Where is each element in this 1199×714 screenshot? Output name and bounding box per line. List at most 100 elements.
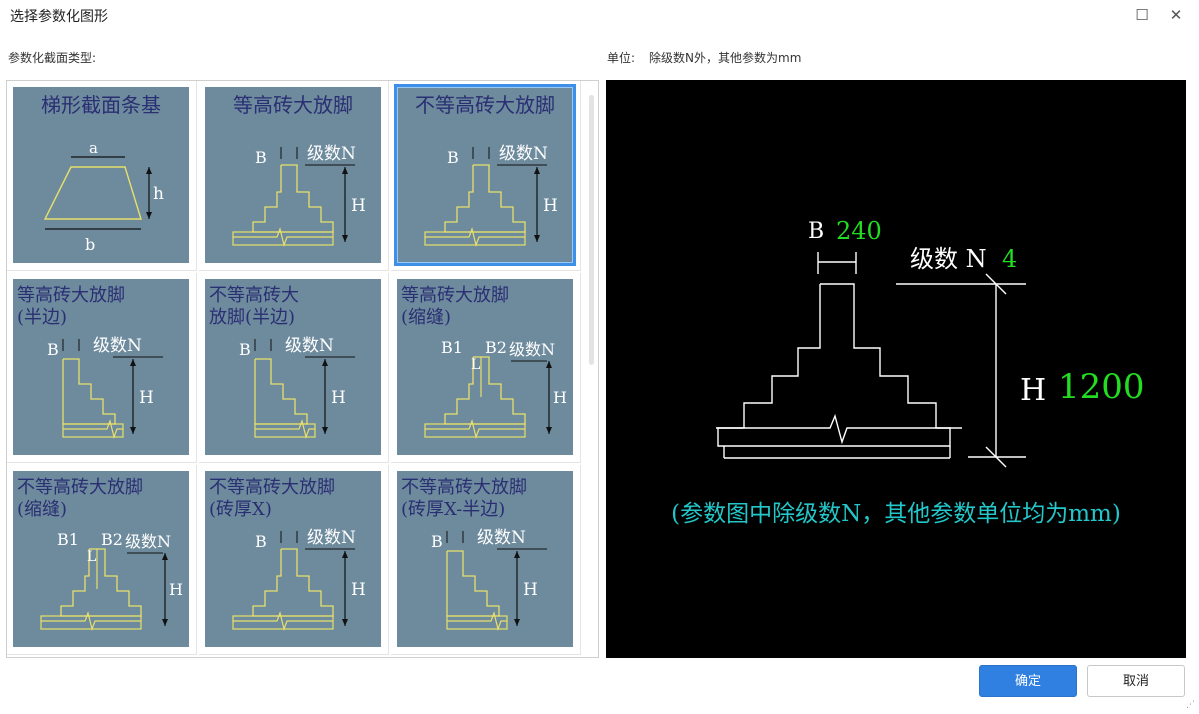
shape-title: 梯形截面条基	[41, 93, 161, 117]
dialog-title: 选择参数化图形	[10, 9, 108, 25]
shape-item-6[interactable]: B1 L B2 级数N H 等高砖大放脚 (缩缝)	[391, 273, 581, 463]
shape-thumbnail[interactable]: a h b 梯形截面条基	[13, 87, 189, 263]
dim-label-b1: B1	[57, 530, 79, 549]
shape-item-4[interactable]: B 级数N H 等高砖大放脚 (半边)	[7, 273, 197, 463]
dim-label-h: H	[523, 580, 538, 600]
preview-b-label: B	[808, 219, 824, 244]
unit-description: 除级数N外，其他参数为mm	[649, 51, 802, 65]
dim-label-b: B	[239, 340, 251, 359]
footing-outline	[60, 548, 142, 617]
shape-item-2[interactable]: B 级数N H 等高砖大放脚	[199, 81, 389, 271]
resize-grip-icon[interactable]: ⋰	[1186, 700, 1195, 710]
confirm-button[interactable]: 确定	[979, 665, 1077, 697]
arrow-down-icon	[514, 619, 520, 626]
shape-title: 不等高砖大放脚	[415, 93, 555, 117]
shape-title: 不等高砖大 放脚(半边)	[209, 285, 299, 328]
dim-label-h: H	[543, 196, 558, 216]
shape-title: 等高砖大放脚	[233, 93, 353, 117]
shape-thumbnail[interactable]: B 级数N H 等高砖大放脚	[205, 87, 381, 263]
shape-item-7[interactable]: B1 L B2 级数N H 不等高砖大放脚 (缩缝)	[7, 465, 197, 655]
dim-label-b1: B1	[441, 338, 463, 357]
arrow-up-icon	[546, 361, 552, 368]
arrow-down-icon	[342, 235, 348, 242]
shape-item-8[interactable]: B 级数N H 不等高砖大放脚 (砖厚X)	[199, 465, 389, 655]
preview-n-label: 级数 N	[910, 245, 987, 273]
shape-thumbnail[interactable]: B1 L B2 级数N H 等高砖大放脚 (缩缝)	[397, 279, 573, 455]
dim-label-b2: B2	[101, 530, 123, 549]
dim-label-n: 级数N	[499, 144, 548, 164]
dim-label-b: B	[255, 148, 267, 167]
shape-thumbnail[interactable]: B 级数N H 不等高砖大放脚	[394, 84, 576, 266]
arrow-up-icon	[130, 359, 136, 366]
arrow-up-icon	[342, 551, 348, 558]
dim-label-h: H	[331, 388, 346, 408]
shape-thumbnail[interactable]: B1 L B2 级数N H 不等高砖大放脚 (缩缝)	[13, 471, 189, 647]
shape-item-1[interactable]: a h b 梯形截面条基	[7, 81, 197, 271]
cancel-button[interactable]: 取消	[1087, 665, 1185, 697]
dim-label-h: H	[169, 580, 183, 599]
unit-label: 单位:	[607, 51, 636, 65]
arrow-up-icon	[146, 167, 152, 174]
dim-label-b: b	[85, 235, 95, 254]
footing-outline	[62, 358, 116, 425]
shape-item-5[interactable]: B 级数N H 不等高砖大 放脚(半边)	[199, 273, 389, 463]
dim-label-h: h	[153, 184, 164, 204]
dim-label-h: H	[139, 388, 154, 408]
shape-thumbnail[interactable]: B 级数N H 不等高砖大放脚 (砖厚X-半边)	[397, 471, 573, 647]
dim-label-n: 级数N	[93, 336, 142, 356]
dim-label-n: 级数N	[307, 528, 356, 548]
preview-h-label: H	[1020, 373, 1046, 408]
shape-item-3[interactable]: B 级数N H 不等高砖大放脚	[391, 81, 581, 271]
shape-title: 等高砖大放脚 (半边)	[17, 285, 125, 328]
arrow-down-icon	[534, 235, 540, 242]
shape-thumbnail[interactable]: B 级数N H 不等高砖大 放脚(半边)	[205, 279, 381, 455]
dim-label-a: a	[89, 139, 98, 157]
arrow-up-icon	[322, 359, 328, 366]
dim-label-b: B	[47, 340, 59, 359]
dim-label-b: B	[431, 532, 443, 551]
dim-label-b: B	[447, 148, 459, 167]
dim-label-n: 级数N	[307, 144, 356, 164]
footing-outline	[444, 164, 526, 233]
footing-outline	[444, 356, 526, 425]
gallery-scrollbar[interactable]	[589, 95, 594, 365]
shape-title: 等高砖大放脚 (缩缝)	[401, 285, 509, 328]
dim-label-n: 级数N	[477, 528, 526, 548]
shape-gallery: B 级数N H 不等高砖大放脚 (砖厚X-半边) B 级数N H 不等高砖大放脚 (砖厚X) B…	[6, 80, 599, 658]
preview-b-value: 240	[836, 217, 882, 245]
shape-thumbnail[interactable]: B 级数N H 等高砖大放脚 (半边)	[13, 279, 189, 455]
dim-label-n: 级数N	[509, 340, 555, 359]
arrow-up-icon	[162, 553, 168, 560]
dim-label-n: 级数N	[285, 336, 334, 356]
arrow-up-icon	[514, 551, 520, 558]
base-break-line	[716, 413, 962, 445]
footing-outline	[252, 164, 334, 233]
shape-title: 不等高砖大放脚 (缩缝)	[17, 477, 143, 520]
close-icon[interactable]: ✕	[1163, 2, 1189, 28]
dim-label-l: L	[471, 357, 480, 373]
dim-label-b2: B2	[485, 338, 507, 357]
trapezoid-outline	[43, 166, 142, 220]
title-bar: 选择参数化图形 ☐ ✕	[0, 0, 1199, 32]
preview-note: (参数图中除级数N，其他参数单位均为mm)	[671, 501, 1121, 527]
dim-label-h: H	[351, 580, 366, 600]
arrow-down-icon	[162, 619, 168, 626]
maximize-icon[interactable]: ☐	[1129, 2, 1155, 28]
shape-item-9[interactable]: B 级数N H 不等高砖大放脚 (砖厚X-半边)	[391, 465, 581, 655]
arrow-up-icon	[342, 167, 348, 174]
arrow-down-icon	[322, 427, 328, 434]
preview-n-value: 4	[1002, 245, 1017, 273]
shape-title: 不等高砖大放脚 (砖厚X-半边)	[401, 477, 527, 520]
arrow-down-icon	[146, 212, 152, 219]
arrow-up-icon	[534, 167, 540, 174]
arrow-down-icon	[130, 427, 136, 434]
dim-label-l: L	[87, 549, 96, 565]
shape-thumbnail[interactable]: B 级数N H 不等高砖大放脚 (砖厚X)	[205, 471, 381, 647]
dim-label-h: H	[351, 196, 366, 216]
preview-h-value: 1200	[1058, 367, 1145, 407]
footing-outline	[254, 358, 308, 425]
dim-label-n: 级数N	[125, 532, 171, 551]
footing-outline	[252, 548, 334, 617]
dim-label-h: H	[553, 388, 567, 407]
parameter-preview: B 240 级数 N 4 H 1200 (参数图中除级数N，其他参数单位均为mm…	[606, 80, 1186, 658]
